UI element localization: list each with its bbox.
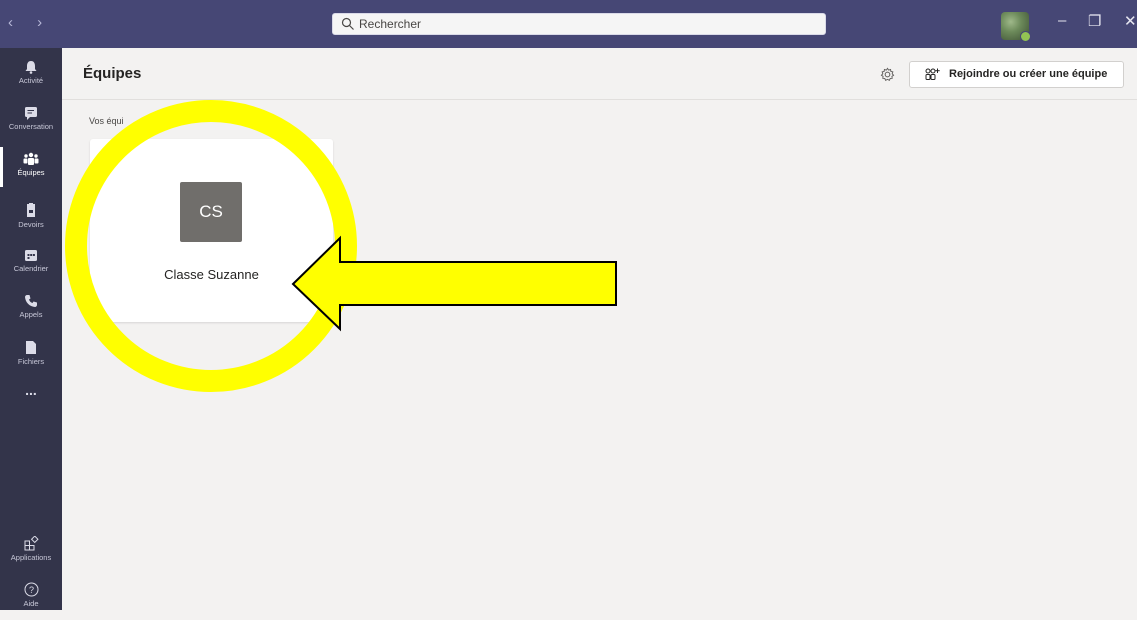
team-name: Classe Suzanne [164, 267, 259, 282]
rail-item-appels[interactable]: Appels [0, 286, 62, 332]
rail-item-calendrier[interactable]: Calendrier [0, 240, 62, 286]
rail-item-conversation[interactable]: Conversation [0, 98, 62, 144]
join-button-label: Rejoindre ou créer une équipe [949, 68, 1108, 80]
search-placeholder: Rechercher [359, 17, 422, 31]
rail-label: Activité [18, 76, 44, 85]
search-input[interactable]: Rechercher [332, 13, 826, 35]
rail-label: Devoirs [18, 220, 44, 229]
rail-label: Fichiers [17, 357, 45, 366]
search-icon [341, 17, 354, 30]
avatar[interactable] [1001, 12, 1031, 42]
rail-item-applications[interactable]: Applications [0, 528, 62, 574]
app-rail: Activité Conversation Équipes Devoirs Ca… [0, 48, 62, 610]
restore-button[interactable]: ❐ [1088, 12, 1101, 30]
team-avatar-tile: CS [180, 182, 242, 242]
calendar-icon [25, 250, 37, 261]
bell-icon [25, 61, 37, 74]
help-icon: ? [24, 582, 38, 597]
chat-icon [25, 107, 37, 120]
more-apps-button[interactable]: ... [0, 382, 62, 428]
gear-icon[interactable] [880, 67, 895, 82]
svg-text:?: ? [28, 585, 33, 595]
minimize-button[interactable]: – [1058, 12, 1066, 29]
join-or-create-team-button[interactable]: Rejoindre ou créer une équipe [909, 61, 1124, 88]
rail-label: Appels [19, 310, 43, 319]
apps-icon [24, 536, 39, 551]
rail-item-fichiers[interactable]: Fichiers [0, 332, 62, 378]
section-label: Vos équi [89, 116, 124, 126]
rail-item-devoirs[interactable]: Devoirs [0, 194, 62, 240]
title-bar: ‹ › Rechercher – ❐ ✕ [0, 0, 1137, 48]
pointer-arrow [291, 235, 617, 332]
nav-arrows[interactable]: ‹ › [8, 14, 52, 31]
phone-icon [25, 295, 37, 307]
assignments-icon [27, 203, 35, 217]
rail-item-aide[interactable]: ? Aide [0, 574, 62, 620]
rail-item-activite[interactable]: Activité [0, 52, 62, 98]
presence-status-icon [1020, 31, 1031, 42]
rail-label: Calendrier [13, 264, 49, 273]
add-team-icon [925, 68, 940, 80]
rail-label: Conversation [8, 122, 54, 131]
more-options-icon[interactable] [309, 151, 311, 153]
files-icon [26, 341, 36, 354]
close-button[interactable]: ✕ [1124, 12, 1137, 30]
page-header: Équipes Rejoindre ou créer une équipe [62, 48, 1137, 100]
team-card[interactable]: CS Classe Suzanne [90, 139, 333, 322]
rail-label: Aide [23, 599, 39, 608]
rail-item-equipes[interactable]: Équipes [0, 144, 62, 190]
rail-label: Applications [10, 553, 52, 562]
page-title: Équipes [83, 65, 142, 82]
teams-icon [23, 152, 39, 165]
rail-label: Équipes [17, 168, 45, 177]
